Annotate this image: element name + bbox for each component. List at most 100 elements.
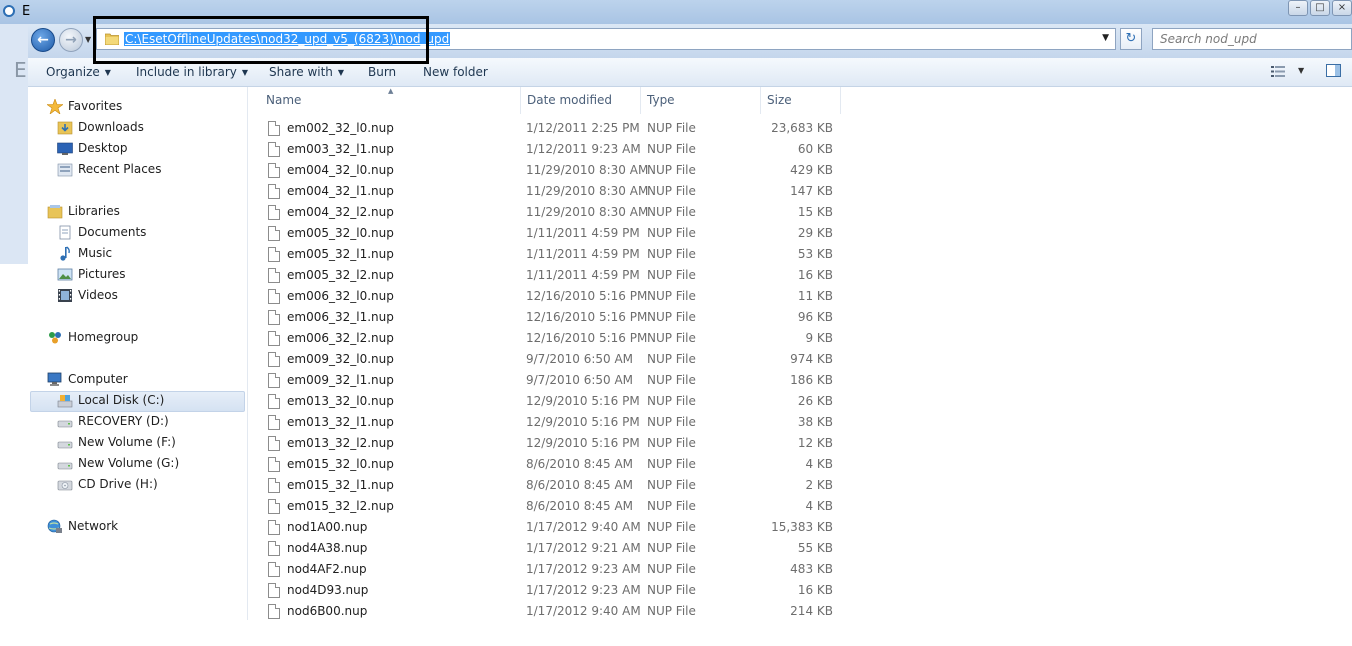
file-size: 4 KB bbox=[805, 499, 833, 513]
pictures-icon bbox=[57, 268, 73, 281]
file-row[interactable]: em005_32_l2.nup 1/11/2011 4:59 PM NUP File… bbox=[248, 265, 848, 286]
file-date-modified: 12/9/2010 5:16 PM bbox=[526, 415, 640, 429]
column-headers: Name ▲ Date modified Type Size bbox=[248, 87, 841, 114]
libraries-icon bbox=[47, 205, 63, 219]
include-in-library-menu[interactable]: Include in library ▼ bbox=[136, 65, 248, 79]
window-controls: – □ × bbox=[1288, 0, 1352, 18]
share-with-label: Share with bbox=[269, 65, 333, 79]
file-size: 15 KB bbox=[797, 205, 833, 219]
minimize-icon[interactable]: – bbox=[1288, 0, 1308, 16]
file-name: em009_32_l1.nup bbox=[287, 373, 394, 387]
bottom-margin bbox=[0, 620, 1352, 646]
file-row[interactable]: em015_32_l0.nup 8/6/2010 8:45 AM NUP File 4… bbox=[248, 454, 848, 475]
file-row[interactable]: nod6B00.nup 1/17/2012 9:40 AM NUP File 214 … bbox=[248, 601, 848, 620]
forward-button[interactable]: → bbox=[59, 28, 83, 52]
change-view-icon[interactable] bbox=[1271, 66, 1285, 77]
nav-cd-drive-label: CD Drive (H:) bbox=[78, 477, 158, 491]
file-size: 186 KB bbox=[790, 373, 833, 387]
nav-new-volume-g-label: New Volume (G:) bbox=[78, 456, 180, 470]
file-size: 15,383 KB bbox=[771, 520, 833, 534]
search-input[interactable]: Search nod_upd bbox=[1152, 28, 1352, 50]
file-name: nod4D93.nup bbox=[287, 583, 369, 597]
file-size: 147 KB bbox=[790, 184, 833, 198]
file-icon bbox=[268, 331, 280, 346]
file-row[interactable]: nod4D93.nup 1/17/2012 9:23 AM NUP File 16 K… bbox=[248, 580, 848, 601]
file-row[interactable]: em013_32_l0.nup 12/9/2010 5:16 PM NUP File… bbox=[248, 391, 848, 412]
refresh-button[interactable]: ↻ bbox=[1120, 28, 1142, 50]
file-date-modified: 8/6/2010 8:45 AM bbox=[526, 457, 634, 471]
nav-pictures-label: Pictures bbox=[78, 267, 126, 281]
file-row[interactable]: em002_32_l0.nup 1/12/2011 2:25 PM NUP File… bbox=[248, 118, 848, 139]
file-row[interactable]: em004_32_l1.nup 11/29/2010 8:30 AM NUP Fil… bbox=[248, 181, 848, 202]
file-name: em002_32_l0.nup bbox=[287, 121, 394, 135]
file-type: NUP File bbox=[647, 562, 696, 576]
file-row[interactable]: em009_32_l1.nup 9/7/2010 6:50 AM NUP File 1… bbox=[248, 370, 848, 391]
column-header-size[interactable]: Size bbox=[761, 87, 841, 114]
nav-computer-label: Computer bbox=[68, 372, 128, 386]
file-row[interactable]: nod1A00.nup 1/17/2012 9:40 AM NUP File 15,3… bbox=[248, 517, 848, 538]
file-row[interactable]: em009_32_l0.nup 9/7/2010 6:50 AM NUP File 9… bbox=[248, 349, 848, 370]
file-icon bbox=[268, 499, 280, 514]
file-icon bbox=[268, 121, 280, 136]
share-with-menu[interactable]: Share with ▼ bbox=[269, 65, 344, 79]
file-row[interactable]: em005_32_l0.nup 1/11/2011 4:59 PM NUP File… bbox=[248, 223, 848, 244]
burn-button[interactable]: Burn bbox=[368, 65, 396, 79]
new-folder-button[interactable]: New folder bbox=[423, 65, 488, 79]
chevron-down-icon: ▼ bbox=[104, 68, 111, 77]
file-name: em003_32_l1.nup bbox=[287, 142, 394, 156]
file-size: 16 KB bbox=[797, 583, 833, 597]
file-row[interactable]: em013_32_l2.nup 12/9/2010 5:16 PM NUP File… bbox=[248, 433, 848, 454]
file-type: NUP File bbox=[647, 163, 696, 177]
file-row[interactable]: nod4AF2.nup 1/17/2012 9:23 AM NUP File 483 … bbox=[248, 559, 848, 580]
file-type: NUP File bbox=[647, 121, 696, 135]
file-row[interactable]: em004_32_l0.nup 11/29/2010 8:30 AM NUP Fil… bbox=[248, 160, 848, 181]
file-type: NUP File bbox=[647, 352, 696, 366]
file-icon bbox=[268, 268, 280, 283]
nav-videos-label: Videos bbox=[78, 288, 118, 302]
file-icon bbox=[268, 478, 280, 493]
recent-pages-dropdown-icon[interactable]: ▼ bbox=[85, 35, 91, 44]
back-button[interactable]: ← bbox=[31, 28, 55, 52]
file-row[interactable]: em006_32_l1.nup 12/16/2010 5:16 PM NUP Fil… bbox=[248, 307, 848, 328]
file-size: 16 KB bbox=[797, 268, 833, 282]
file-row[interactable]: em015_32_l1.nup 8/6/2010 8:45 AM NUP File 2… bbox=[248, 475, 848, 496]
file-icon bbox=[268, 604, 280, 619]
file-row[interactable]: em005_32_l1.nup 1/11/2011 4:59 PM NUP File… bbox=[248, 244, 848, 265]
nav-new-volume-f-label: New Volume (F:) bbox=[78, 435, 176, 449]
file-type: NUP File bbox=[647, 205, 696, 219]
include-in-library-label: Include in library bbox=[136, 65, 237, 79]
file-row[interactable]: em006_32_l0.nup 12/16/2010 5:16 PM NUP Fil… bbox=[248, 286, 848, 307]
organize-menu[interactable]: Organize ▼ bbox=[46, 65, 111, 79]
file-size: 2 KB bbox=[805, 478, 833, 492]
navigation-bar: ← → ▼ C:\EsetOfflineUpdates\nod32_upd_v5… bbox=[28, 24, 1352, 58]
address-bar[interactable]: C:\EsetOfflineUpdates\nod32_upd_v5_(6823… bbox=[96, 28, 1116, 50]
file-date-modified: 9/7/2010 6:50 AM bbox=[526, 373, 634, 387]
file-size: 55 KB bbox=[797, 541, 833, 555]
file-name: em013_32_l2.nup bbox=[287, 436, 394, 450]
downloads-folder-icon bbox=[57, 121, 73, 135]
file-type: NUP File bbox=[647, 331, 696, 345]
file-list-pane: Name ▲ Date modified Type Size em002_32_… bbox=[248, 87, 1352, 620]
file-row[interactable]: em015_32_l2.nup 8/6/2010 8:45 AM NUP File 4… bbox=[248, 496, 848, 517]
file-icon bbox=[268, 583, 280, 598]
file-row[interactable]: em013_32_l1.nup 12/9/2010 5:16 PM NUP File… bbox=[248, 412, 848, 433]
address-history-dropdown-icon[interactable]: ▼ bbox=[1102, 33, 1109, 43]
file-name: em015_32_l1.nup bbox=[287, 478, 394, 492]
column-header-date-modified[interactable]: Date modified bbox=[521, 87, 641, 114]
file-icon bbox=[268, 415, 280, 430]
preview-pane-icon[interactable] bbox=[1326, 64, 1341, 77]
maximize-icon[interactable]: □ bbox=[1310, 0, 1330, 16]
address-path[interactable]: C:\EsetOfflineUpdates\nod32_upd_v5_(6823… bbox=[124, 32, 451, 46]
file-row[interactable]: em003_32_l1.nup 1/12/2011 9:23 AM NUP File… bbox=[248, 139, 848, 160]
file-row[interactable]: em004_32_l2.nup 11/29/2010 8:30 AM NUP Fil… bbox=[248, 202, 848, 223]
column-header-type[interactable]: Type bbox=[641, 87, 761, 114]
close-icon[interactable]: × bbox=[1332, 0, 1352, 16]
file-name: em009_32_l0.nup bbox=[287, 352, 394, 366]
file-icon bbox=[268, 436, 280, 451]
nav-recovery-label: RECOVERY (D:) bbox=[78, 414, 169, 428]
file-row[interactable]: em006_32_l2.nup 12/16/2010 5:16 PM NUP Fil… bbox=[248, 328, 848, 349]
file-icon bbox=[268, 310, 280, 325]
file-row[interactable]: nod4A38.nup 1/17/2012 9:21 AM NUP File 55 K… bbox=[248, 538, 848, 559]
file-icon bbox=[268, 226, 280, 241]
view-options-dropdown-icon[interactable]: ▼ bbox=[1298, 66, 1304, 75]
